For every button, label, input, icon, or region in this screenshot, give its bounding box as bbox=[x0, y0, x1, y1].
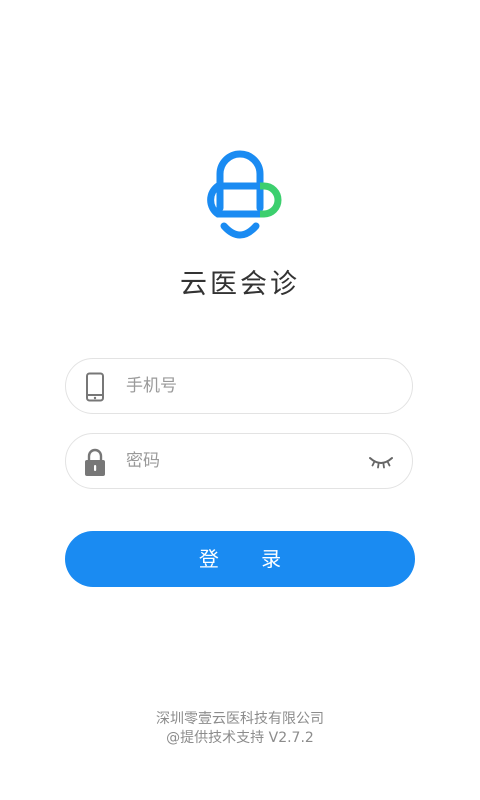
app-title: 云医会诊 bbox=[180, 269, 300, 300]
login-button[interactable]: 登 录 bbox=[65, 531, 415, 587]
phone-icon bbox=[86, 372, 104, 402]
app-logo bbox=[207, 150, 282, 239]
lock-icon bbox=[85, 448, 105, 476]
phone-field[interactable] bbox=[65, 358, 413, 414]
eye-closed-icon[interactable] bbox=[368, 452, 394, 472]
support-version: @提供技术支持 V2.7.2 bbox=[166, 730, 314, 746]
company-name: 深圳零壹云医科技有限公司 bbox=[156, 711, 324, 727]
footer: 深圳零壹云医科技有限公司 @提供技术支持 V2.7.2 bbox=[0, 710, 480, 748]
phone-input[interactable] bbox=[126, 359, 356, 413]
password-input[interactable] bbox=[126, 434, 356, 488]
password-field[interactable] bbox=[65, 433, 413, 489]
